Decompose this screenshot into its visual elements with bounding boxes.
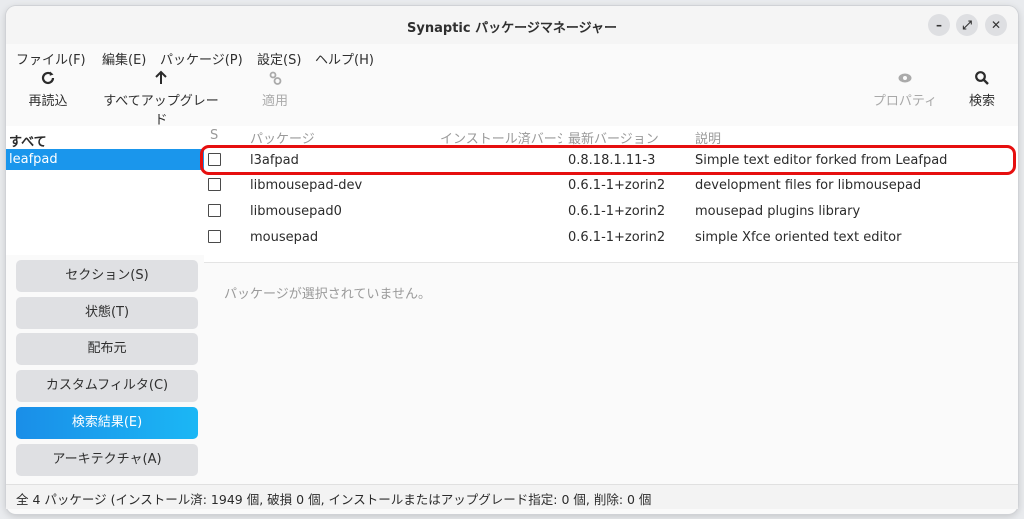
- gears-icon: [258, 70, 292, 90]
- upgrade-all-button[interactable]: すべてアップグレード: [98, 70, 224, 128]
- reload-icon: [28, 70, 68, 90]
- package-description: development files for libmousepad: [695, 178, 922, 193]
- table-row[interactable]: libmousepad0 0.6.1-1+zorin2 mousepad plu…: [204, 199, 1018, 224]
- up-arrow-icon: [98, 70, 224, 90]
- properties-label: プロパティ: [872, 94, 938, 109]
- package-checkbox[interactable]: [208, 204, 221, 217]
- highlight-box: [200, 145, 1016, 175]
- no-package-selected-text: パッケージが選択されていません。: [224, 287, 431, 302]
- search-icon: [962, 70, 1002, 90]
- apply-label: 適用: [261, 94, 288, 109]
- table-row[interactable]: libmousepad-dev 0.6.1-1+zorin2 developme…: [204, 173, 1018, 198]
- package-latest-version: 0.6.1-1+zorin2: [568, 178, 666, 193]
- filter-origin-button[interactable]: 配布元: [16, 333, 198, 365]
- status-text: 全 4 パッケージ (インストール済: 1949 個, 破損 0 個, インスト…: [16, 492, 652, 507]
- eye-icon: [872, 70, 938, 90]
- package-latest-version: 0.6.1-1+zorin2: [568, 204, 666, 219]
- properties-button[interactable]: プロパティ: [872, 70, 938, 109]
- package-checkbox[interactable]: [208, 230, 221, 243]
- search-label: 検索: [968, 94, 995, 109]
- menu-settings[interactable]: 設定(S): [257, 49, 301, 68]
- package-name: libmousepad0: [250, 204, 342, 219]
- section-list-header[interactable]: すべて: [9, 131, 47, 150]
- filter-custom-button[interactable]: カスタムフィルタ(C): [16, 370, 198, 402]
- upgrade-all-label: すべてアップグレード: [103, 94, 219, 128]
- reload-button[interactable]: 再読込: [28, 70, 68, 109]
- package-description: simple Xfce oriented text editor: [695, 230, 902, 245]
- title-bar: Synaptic パッケージマネージャー – ⤢ ✕: [6, 6, 1018, 44]
- filter-architecture-button[interactable]: アーキテクチャ(A): [16, 444, 198, 476]
- filter-section-button[interactable]: セクション(S): [16, 260, 198, 292]
- package-description: mousepad plugins library: [695, 204, 861, 219]
- menu-package[interactable]: パッケージ(P): [160, 49, 243, 68]
- menu-help[interactable]: ヘルプ(H): [315, 49, 374, 68]
- package-name: mousepad: [250, 230, 319, 245]
- column-header-status[interactable]: S: [210, 128, 218, 143]
- reload-label: 再読込: [28, 94, 68, 109]
- package-latest-version: 0.6.1-1+zorin2: [568, 230, 666, 245]
- package-details-pane: パッケージが選択されていません。: [204, 263, 1018, 483]
- table-row[interactable]: mousepad 0.6.1-1+zorin2 simple Xfce orie…: [204, 225, 1018, 250]
- minimize-button[interactable]: –: [928, 14, 950, 36]
- apply-button[interactable]: 適用: [258, 70, 292, 109]
- section-list: すべて leafpad: [6, 126, 205, 255]
- filter-status-button[interactable]: 状態(T): [16, 297, 198, 329]
- package-name: libmousepad-dev: [250, 178, 363, 193]
- search-button[interactable]: 検索: [962, 70, 1002, 109]
- maximize-button[interactable]: ⤢: [956, 14, 978, 36]
- section-item-leafpad[interactable]: leafpad: [6, 149, 204, 170]
- filter-search-results-button[interactable]: 検索結果(E): [16, 407, 198, 439]
- package-checkbox[interactable]: [208, 178, 221, 191]
- menu-file[interactable]: ファイル(F): [16, 49, 86, 68]
- window-title: Synaptic パッケージマネージャー: [407, 21, 617, 36]
- menu-bar: ファイル(F) 編集(E) パッケージ(P) 設定(S) ヘルプ(H): [6, 46, 1018, 70]
- close-button[interactable]: ✕: [985, 14, 1007, 36]
- status-bar: 全 4 パッケージ (インストール済: 1949 個, 破損 0 個, インスト…: [6, 484, 1018, 509]
- menu-edit[interactable]: 編集(E): [102, 49, 146, 68]
